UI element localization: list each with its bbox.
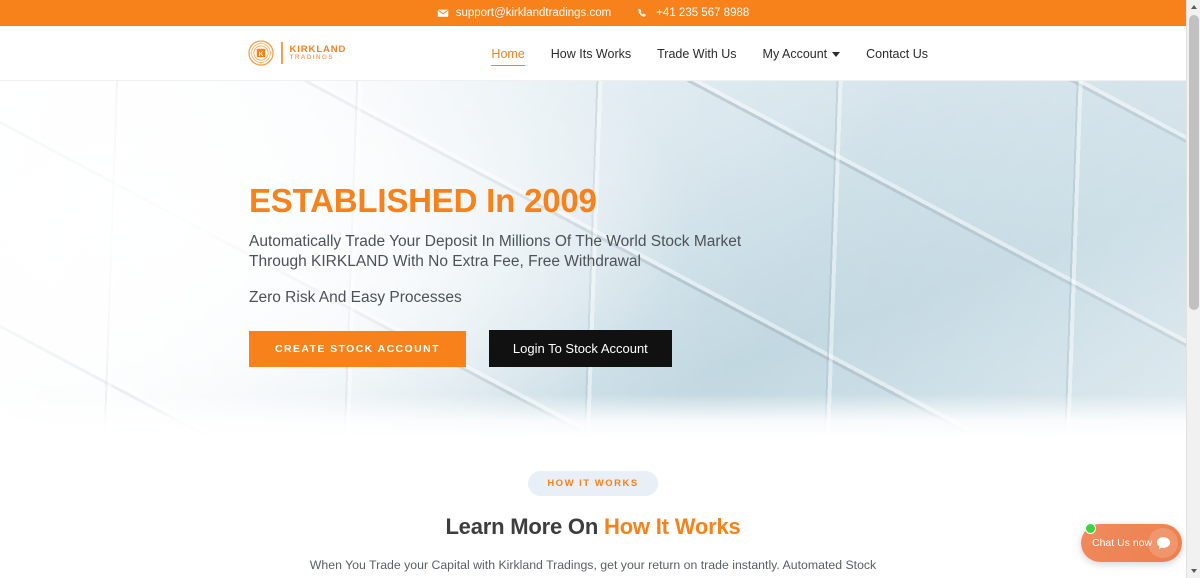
hero-title: ESTABLISHED In 2009 [249,182,597,219]
hero-tagline: Zero Risk And Easy Processes [249,288,462,306]
contact-email[interactable]: support@kirklandtradings.com [437,7,612,19]
nav-item-contact-us[interactable]: Contact Us [853,26,941,81]
nav-item-contact-us-label: Contact Us [866,46,928,61]
browser-viewport: support@kirklandtradings.com +41 235 567… [0,0,1200,578]
logo-divider [281,42,283,64]
online-status-dot-icon [1085,523,1096,534]
contact-email-text: support@kirklandtradings.com [455,7,612,19]
logo-subname: TRADINGS [289,53,334,61]
site-logo[interactable]: K KIRKLAND TRADINGS [248,40,346,66]
how-it-works-badge: HOW IT WORKS [528,471,658,496]
nav-item-my-account[interactable]: My Account [750,26,854,81]
envelope-icon [437,7,449,19]
chevron-up-icon [1191,5,1197,9]
logo-wordmark: KIRKLAND TRADINGS [289,44,347,62]
nav-item-how-its-works[interactable]: How Its Works [538,26,644,81]
section-title: Learn More On How It Works [0,514,1186,540]
hero-banner: ESTABLISHED In 2009 Automatically Trade … [0,81,1186,438]
create-stock-account-button[interactable]: CREATE STOCK ACCOUNT [249,330,466,367]
chat-bubble-icon [1148,528,1178,558]
site-header: K KIRKLAND TRADINGS Home How Its Works T… [0,26,1186,81]
chevron-down-icon [1191,569,1197,573]
chat-widget-label: Chat Us now [1092,537,1153,549]
nav-item-trade-with-us-label: Trade With Us [657,46,737,61]
hero-button-group: CREATE STOCK ACCOUNT Login To Stock Acco… [249,330,869,368]
nav-item-my-account-label: My Account [762,46,828,61]
contact-phone-text: +41 235 567 8988 [656,7,750,19]
section-body-text: When You Trade your Capital with Kirklan… [296,558,889,578]
section-title-plain: Learn More On [445,514,604,539]
login-to-stock-account-button[interactable]: Login To Stock Account [488,330,672,368]
contact-phone[interactable]: +41 235 567 8988 [637,7,749,19]
nav-item-home-label: Home [491,46,525,61]
scrollbar-down-button[interactable] [1187,564,1200,578]
main-navigation: Home How Its Works Trade With Us My Acco… [478,26,941,81]
chevron-down-icon [832,52,841,57]
scrollbar-thumb[interactable] [1189,15,1199,310]
svg-text:K: K [259,51,264,58]
section-title-accent: How It Works [604,514,741,539]
nav-item-how-its-works-label: How Its Works [550,46,632,61]
phone-icon [637,7,649,19]
nav-item-trade-with-us[interactable]: Trade With Us [644,26,749,81]
hero-subtitle: Automatically Trade Your Deposit In Mill… [249,232,742,270]
page-scrollbar[interactable] [1186,0,1200,578]
hero-content: ESTABLISHED In 2009 Automatically Trade … [249,182,869,368]
chat-widget[interactable]: Chat Us now [1081,523,1182,562]
nav-item-home[interactable]: Home [478,26,537,81]
page-content: support@kirklandtradings.com +41 235 567… [0,0,1186,578]
circular-seal-icon: K [248,40,274,66]
how-it-works-section: HOW IT WORKS Learn More On How It Works … [0,438,1186,578]
top-contact-bar: support@kirklandtradings.com +41 235 567… [0,0,1186,26]
scrollbar-up-button[interactable] [1187,0,1200,14]
